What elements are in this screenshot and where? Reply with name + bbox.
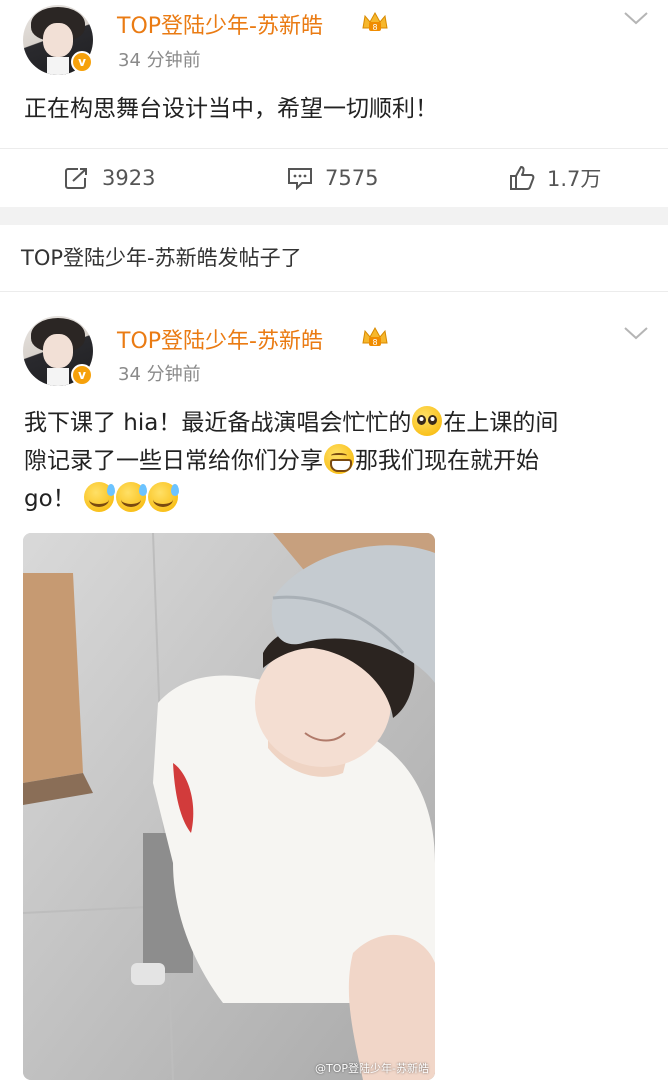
- verified-badge-icon: v: [71, 364, 93, 386]
- crown-icon: 8: [362, 11, 388, 32]
- chevron-down-icon[interactable]: [623, 10, 649, 26]
- post-photo[interactable]: @TOP登陆少年-苏新皓: [23, 533, 435, 1080]
- post-text-segment: 那我们现在就开始: [355, 448, 539, 474]
- comment-icon: [288, 168, 312, 190]
- pleading-face-icon: [412, 406, 443, 436]
- card-separator: [0, 207, 668, 225]
- sweat-smile-icon: [115, 482, 147, 512]
- like-count: 1.7万: [547, 167, 602, 191]
- svg-text:8: 8: [372, 338, 377, 347]
- svg-text:8: 8: [372, 23, 377, 32]
- repost-button[interactable]: 3923: [64, 149, 155, 207]
- comment-button[interactable]: 7575: [287, 149, 378, 207]
- repost-count: 3923: [102, 166, 156, 190]
- thumbs-up-icon: [510, 166, 535, 190]
- post-text-line: 我下课了 hia！最近备战演唱会忙忙的 在上课的间: [24, 404, 644, 442]
- post-text-line: go！: [24, 480, 644, 518]
- verified-badge-icon: v: [71, 51, 93, 73]
- post-card-1: v TOP登陆少年-苏新皓 8 34 分钟前 正在构思舞台设计当中，希望一切顺利…: [0, 0, 668, 207]
- post-text-line: 隙记录了一些日常给你们分享 那我们现在就开始: [24, 442, 644, 480]
- post-time: 34 分钟前: [118, 50, 201, 71]
- sweat-smile-icon: [83, 482, 115, 512]
- action-bar: 3923 7575 1.7万: [0, 148, 668, 206]
- username[interactable]: TOP登陆少年-苏新皓: [117, 8, 323, 40]
- section-title[interactable]: TOP登陆少年-苏新皓发帖子了: [21, 242, 302, 272]
- photo-illustration: [23, 533, 435, 1080]
- post-text: 正在构思舞台设计当中，希望一切顺利！: [24, 96, 438, 122]
- post-text-segment: 我下课了 hia！最近备战演唱会忙忙的: [24, 410, 412, 436]
- post-text-segment: go！: [24, 486, 76, 512]
- like-button[interactable]: 1.7万: [509, 149, 601, 207]
- photo-watermark: @TOP登陆少年-苏新皓: [315, 1062, 429, 1075]
- post-time: 34 分钟前: [118, 364, 201, 385]
- sweat-smile-icon: [147, 482, 179, 512]
- post-text-segment: 隙记录了一些日常给你们分享: [24, 448, 323, 474]
- crown-icon: 8: [362, 326, 388, 347]
- post-text: 我下课了 hia！最近备战演唱会忙忙的 在上课的间 隙记录了一些日常给你们分享 那我…: [24, 404, 644, 518]
- username[interactable]: TOP登陆少年-苏新皓: [117, 323, 323, 355]
- grinning-face-icon: [324, 444, 354, 474]
- chevron-down-icon[interactable]: [623, 325, 649, 341]
- share-icon: [65, 168, 87, 189]
- post-text-segment: 在上课的间: [443, 410, 559, 436]
- comment-count: 7575: [325, 166, 379, 190]
